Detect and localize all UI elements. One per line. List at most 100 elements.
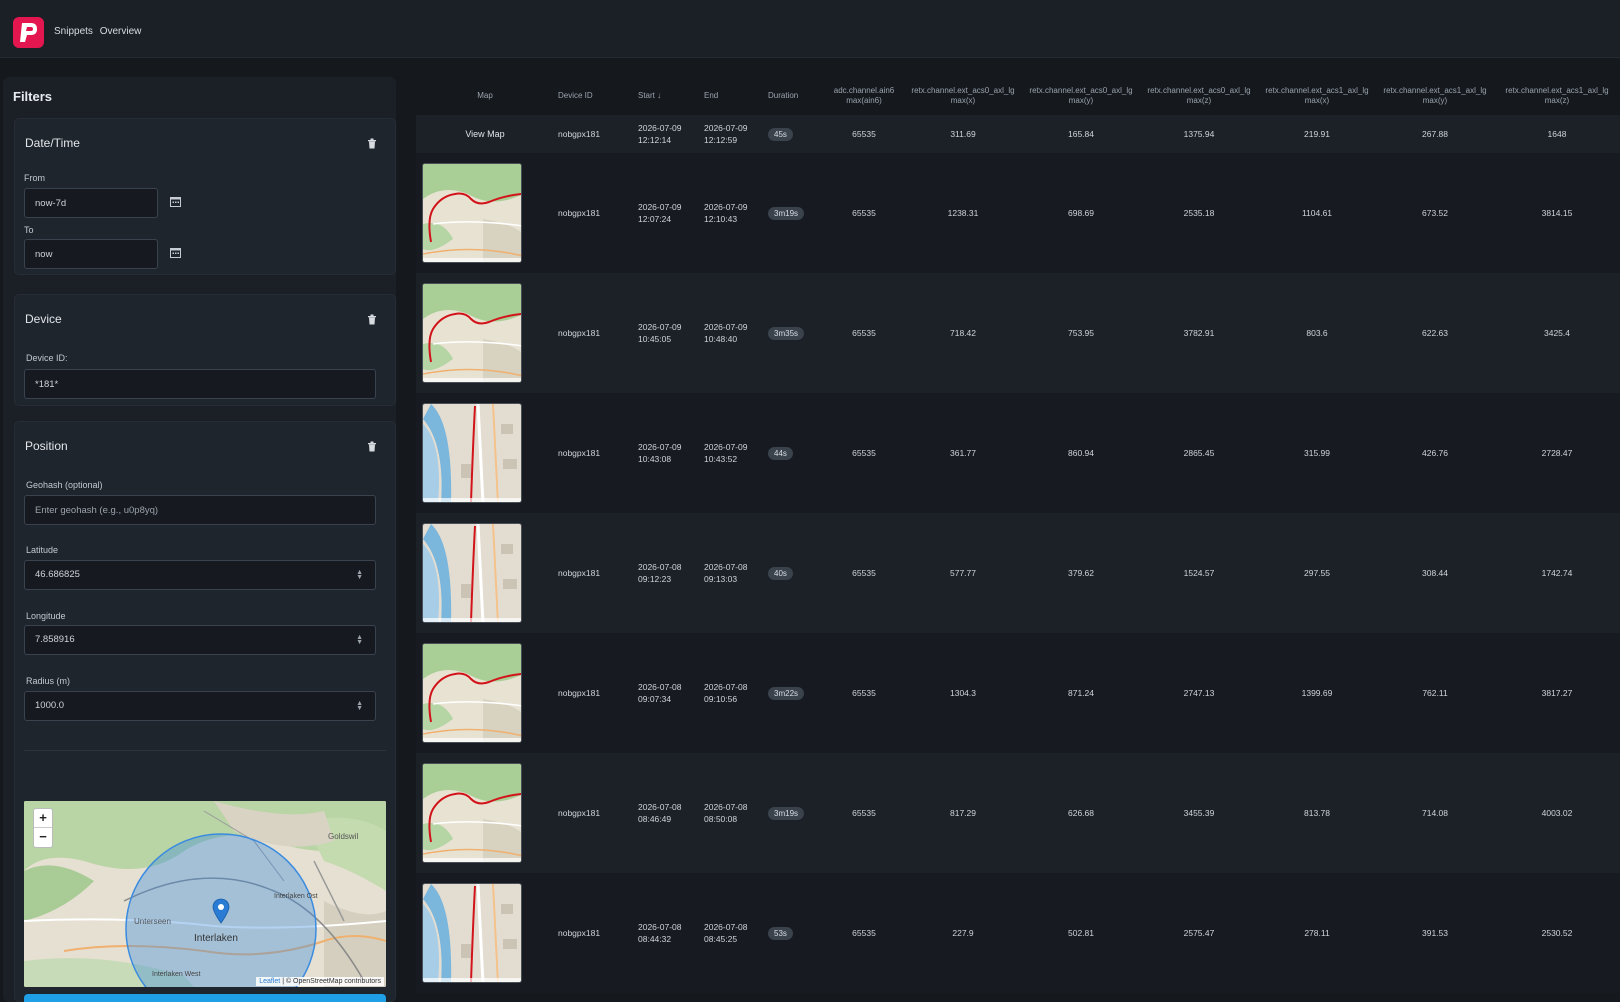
start-cell: 2026-07-08 09:12:23 bbox=[634, 513, 700, 633]
trash-icon[interactable] bbox=[367, 441, 377, 452]
start-date: 2026-07-08 bbox=[638, 682, 682, 692]
column-header[interactable]: Duration bbox=[764, 77, 824, 115]
latitude-value: 46.686825 bbox=[35, 569, 80, 580]
map-thumbnail[interactable] bbox=[422, 403, 522, 503]
device-id-input[interactable] bbox=[24, 369, 376, 399]
view-map-link[interactable]: View Map bbox=[420, 129, 550, 139]
stepper-icon[interactable]: ▲ ▼ bbox=[356, 700, 363, 712]
geohash-input[interactable] bbox=[24, 495, 376, 525]
zoom-out-button[interactable]: − bbox=[34, 828, 52, 847]
map-attribution: Leaflet | © OpenStreetMap contributors bbox=[256, 977, 384, 986]
map-label-interlaken: Interlaken bbox=[194, 933, 238, 944]
start-cell: 2026-07-09 12:07:24 bbox=[634, 153, 700, 273]
value-cell: 3425.4 bbox=[1544, 328, 1570, 338]
column-header[interactable]: Device ID bbox=[554, 77, 634, 115]
value-cell: 871.24 bbox=[1068, 688, 1094, 698]
column-header[interactable]: Map bbox=[416, 77, 554, 115]
value-cell: 165.84 bbox=[1068, 129, 1094, 139]
map-cell bbox=[416, 153, 554, 273]
geohash-label: Geohash (optional) bbox=[26, 480, 103, 490]
map-cell bbox=[416, 273, 554, 393]
value-cell: 698.69 bbox=[1068, 208, 1094, 218]
end-date: 2026-07-09 bbox=[704, 442, 748, 452]
radius-input[interactable]: 1000.0 ▲ ▼ bbox=[24, 691, 376, 721]
map-thumbnail[interactable] bbox=[422, 523, 522, 623]
duration-cell: 53s bbox=[764, 873, 824, 993]
value-cell: 626.68 bbox=[1068, 808, 1094, 818]
trash-icon[interactable] bbox=[367, 314, 377, 325]
logo-icon[interactable] bbox=[13, 17, 44, 48]
osm-attribution[interactable]: | © OpenStreetMap contributors bbox=[282, 978, 381, 985]
zoom-in-button[interactable]: + bbox=[34, 809, 52, 828]
device-card: Device Device ID: bbox=[14, 294, 396, 406]
column-header[interactable]: retx.channel.ext_acs0_axl_lg max(x) bbox=[904, 77, 1022, 115]
value-cell: 308.44 bbox=[1422, 568, 1448, 578]
start-cell: 2026-07-08 09:07:34 bbox=[634, 633, 700, 753]
map-cell bbox=[416, 393, 554, 513]
column-header[interactable]: retx.channel.ext_acs1_axl_lg max(y) bbox=[1376, 77, 1494, 115]
end-date: 2026-07-08 bbox=[704, 802, 748, 812]
value-cell: 1648 bbox=[1547, 129, 1567, 139]
map-canvas[interactable]: Goldswil Unterseen Interlaken Ost Interl… bbox=[24, 801, 386, 987]
value-cell: 311.69 bbox=[950, 129, 976, 139]
table-row[interactable]: nobgpx181 2026-07-09 10:43:08 2026-07-09 10:… bbox=[416, 393, 1620, 513]
table-row[interactable]: nobgpx181 2026-07-09 12:07:24 2026-07-09 12:… bbox=[416, 153, 1620, 273]
duration-badge: 44s bbox=[768, 446, 793, 460]
stepper-icon[interactable]: ▲ ▼ bbox=[356, 634, 363, 646]
from-label: From bbox=[24, 173, 45, 183]
column-header[interactable]: retx.channel.ext_acs1_axl_lg max(z) bbox=[1494, 77, 1620, 115]
map-thumbnail[interactable] bbox=[422, 643, 522, 743]
end-time: 12:10:43 bbox=[704, 214, 738, 224]
stepper-icon[interactable]: ▲ ▼ bbox=[356, 569, 363, 581]
column-header[interactable]: Start ↓ bbox=[634, 77, 700, 115]
end-date: 2026-07-08 bbox=[704, 922, 748, 932]
value-cell: 65535 bbox=[852, 568, 876, 578]
snippets-table-container: Map Device ID Start ↓ End Duration adc.channe… bbox=[416, 77, 1620, 1002]
latitude-input[interactable]: 46.686825 ▲ ▼ bbox=[24, 560, 376, 590]
column-header[interactable]: retx.channel.ext_acs1_axl_lg max(x) bbox=[1258, 77, 1376, 115]
longitude-input[interactable]: 7.858916 ▲ ▼ bbox=[24, 625, 376, 655]
value-cell: 65535 bbox=[852, 928, 876, 938]
breadcrumb-snippets[interactable]: Snippets bbox=[54, 26, 93, 37]
end-time: 08:45:25 bbox=[704, 934, 738, 944]
calendar-icon[interactable] bbox=[170, 196, 181, 207]
table-row[interactable]: nobgpx181 2026-07-08 09:12:23 2026-07-08 09:… bbox=[416, 513, 1620, 633]
map-label-interlaken-ost: Interlaken Ost bbox=[274, 893, 318, 900]
value-cell: 65535 bbox=[852, 208, 876, 218]
table-row[interactable]: nobgpx181 2026-07-08 09:07:34 2026-07-08 09:… bbox=[416, 633, 1620, 753]
filters-title: Filters bbox=[13, 89, 53, 104]
column-header[interactable]: adc.channel.ain6 max(ain6) bbox=[824, 77, 904, 115]
from-input[interactable] bbox=[24, 188, 158, 218]
map-thumbnail[interactable] bbox=[422, 283, 522, 383]
position-map[interactable]: Goldswil Unterseen Interlaken Ost Interl… bbox=[24, 801, 386, 987]
map-label-unterseen: Unterseen bbox=[134, 917, 171, 926]
map-thumbnail[interactable] bbox=[422, 763, 522, 863]
table-row[interactable]: nobgpx181 2026-07-08 08:44:32 2026-07-08 08:… bbox=[416, 873, 1620, 993]
apply-filters-button[interactable] bbox=[24, 994, 386, 1002]
table-row[interactable]: nobgpx181 2026-07-08 08:46:49 2026-07-08 08:… bbox=[416, 753, 1620, 873]
start-time: 12:12:14 bbox=[638, 135, 672, 145]
value-cell: 65535 bbox=[852, 808, 876, 818]
end-cell: 2026-07-08 09:13:03 bbox=[700, 513, 764, 633]
column-header[interactable]: End bbox=[700, 77, 764, 115]
start-cell: 2026-07-09 10:43:08 bbox=[634, 393, 700, 513]
map-cell: View Map bbox=[416, 115, 554, 153]
trash-icon[interactable] bbox=[367, 138, 377, 149]
table-row[interactable]: View Map nobgpx181 2026-07-09 12:12:14 2026-… bbox=[416, 115, 1620, 153]
map-thumbnail[interactable] bbox=[422, 883, 522, 983]
to-input[interactable] bbox=[24, 239, 158, 269]
map-thumbnail[interactable] bbox=[422, 163, 522, 263]
end-cell: 2026-07-09 12:10:43 bbox=[700, 153, 764, 273]
column-header[interactable]: retx.channel.ext_acs0_axl_lg max(z) bbox=[1140, 77, 1258, 115]
value-cell: 3817.27 bbox=[1541, 688, 1573, 698]
column-header[interactable]: retx.channel.ext_acs0_axl_lg max(y) bbox=[1022, 77, 1140, 115]
value-cell: 3455.39 bbox=[1183, 808, 1215, 818]
map-cell bbox=[416, 513, 554, 633]
value-cell: 65535 bbox=[852, 328, 876, 338]
start-date: 2026-07-08 bbox=[638, 802, 682, 812]
value-cell: 2728.47 bbox=[1541, 448, 1573, 458]
value-cell: 1238.31 bbox=[947, 208, 979, 218]
table-row[interactable]: nobgpx181 2026-07-09 10:45:05 2026-07-09 10:… bbox=[416, 273, 1620, 393]
calendar-icon[interactable] bbox=[170, 247, 181, 258]
leaflet-link[interactable]: Leaflet bbox=[259, 978, 280, 985]
